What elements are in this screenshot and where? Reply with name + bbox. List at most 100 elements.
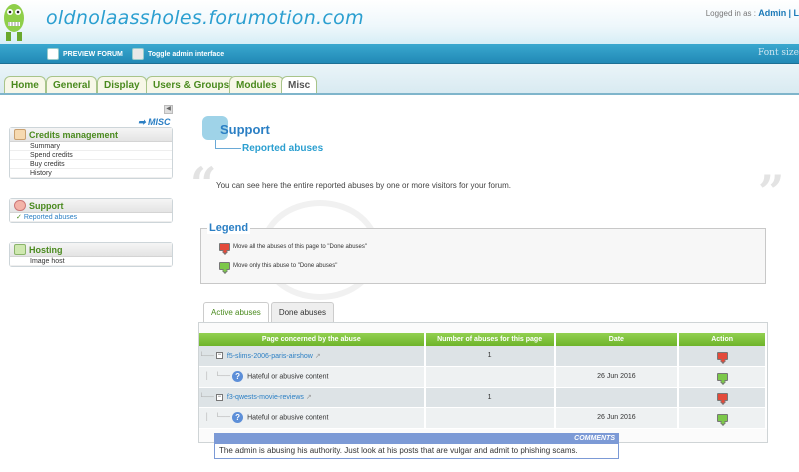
hosting-header: Hosting	[10, 243, 172, 257]
action-cell	[678, 366, 767, 388]
date-cell	[554, 387, 680, 408]
page-link[interactable]: f5-slims-2006-paris-airshow	[227, 353, 313, 360]
abuse-reason-cell: │ └──? Hateful or abusive content	[199, 366, 426, 388]
main-tabs: Home General Display Users & Groups Modu…	[0, 64, 799, 95]
abuse-reason: Hateful or abusive content	[247, 414, 329, 422]
tab-modules[interactable]: Modules	[229, 76, 284, 94]
site-title[interactable]: oldnolaassholes.forumotion.com	[46, 7, 364, 29]
intro-text: You can see here the entire reported abu…	[216, 181, 511, 190]
tab-home[interactable]: Home	[4, 76, 46, 94]
open-quote-icon: “	[190, 157, 217, 211]
page-title: Support	[220, 122, 270, 137]
legend-item-move-all: Move all the abuses of this page to "Don…	[219, 243, 367, 251]
credits-management-header: Credits management	[10, 128, 172, 142]
credits-management-box: Credits management Summary Spend credits…	[9, 127, 173, 179]
collapse-icon[interactable]: −	[215, 393, 223, 401]
table-row: └── − f3-qwests-movie-reviews ↗ 1	[199, 387, 767, 408]
sidebar-item-spend-credits[interactable]: Spend credits	[10, 151, 172, 160]
abuse-date: 26 Jun 2016	[554, 407, 680, 429]
question-icon[interactable]: ?	[232, 412, 244, 423]
table-row: │ └──? Hateful or abusive content 26 Jun …	[199, 366, 767, 388]
monitor-icon	[47, 48, 59, 60]
credits-icon	[14, 129, 26, 140]
legend-item-move-one: Move only this abuse to "Done abuses"	[219, 262, 337, 270]
collapse-icon[interactable]: −	[215, 352, 223, 360]
logged-in-info: Logged in as : Admin | L	[706, 8, 799, 18]
move-abuse-icon[interactable]	[716, 413, 728, 422]
credits-management-title: Credits management	[29, 129, 119, 140]
external-link-icon[interactable]: ↗	[306, 394, 312, 401]
move-all-abuses-icon[interactable]	[716, 393, 728, 401]
count-cell	[424, 407, 556, 429]
close-quote-icon: ”	[758, 165, 785, 219]
hosting-section-title: Hosting	[29, 244, 63, 255]
font-size-control[interactable]: Font size	[758, 48, 799, 58]
toggle-admin-label: Toggle admin interface	[148, 50, 225, 58]
abuse-reason: Hateful or abusive content	[247, 373, 329, 381]
action-cell	[678, 346, 767, 367]
move-abuse-icon[interactable]	[716, 372, 728, 381]
sidebar-item-history[interactable]: History	[10, 169, 172, 178]
admin-toolbar: PREVIEW FORUM Toggle admin interface Fon…	[0, 44, 799, 64]
sidebar-item-reported-abuses[interactable]: ✓ Reported abuses	[10, 213, 172, 222]
legend-move-one-text: Move only this abuse to "Done abuses"	[233, 263, 338, 269]
logout-link[interactable]: | L	[788, 8, 799, 18]
abuse-count: 1	[424, 346, 556, 367]
column-header-date: Date	[554, 333, 680, 346]
forumotion-mascot-logo	[4, 4, 24, 41]
date-cell	[554, 346, 680, 367]
page-link[interactable]: f3-qwests-movie-reviews	[227, 394, 304, 401]
move-all-abuses-icon[interactable]	[716, 351, 728, 360]
abuses-table: Page concerned by the abuse Number of ab…	[199, 333, 767, 429]
column-header-count: Number of abuses for this page	[424, 333, 556, 346]
lifebuoy-icon	[14, 200, 26, 211]
tab-general[interactable]: General	[46, 76, 98, 94]
question-icon[interactable]: ?	[232, 371, 244, 382]
count-cell	[424, 366, 556, 388]
abuse-date: 26 Jun 2016	[554, 366, 680, 388]
collapse-sidebar-icon[interactable]: ◀	[164, 105, 173, 114]
abuse-subtabs: Active abuses Done abuses	[203, 302, 336, 322]
external-link-icon[interactable]: ↗	[315, 353, 321, 360]
preview-forum-button[interactable]: PREVIEW FORUM	[47, 47, 123, 61]
tab-done-abuses[interactable]: Done abuses	[270, 302, 334, 322]
tab-users-groups[interactable]: Users & Groups	[146, 76, 237, 94]
subtitle-connector	[215, 140, 241, 149]
column-header-page: Page concerned by the abuse	[199, 333, 426, 346]
tab-active-abuses[interactable]: Active abuses	[203, 302, 269, 322]
action-cell	[678, 407, 767, 429]
admin-user-link[interactable]: Admin	[758, 8, 786, 18]
reported-abuses-label: Reported abuses	[23, 214, 78, 221]
table-row: │ └──? Hateful or abusive content 26 Jun …	[199, 407, 767, 429]
support-section-title: Support	[29, 200, 64, 211]
sidebar-item-image-host[interactable]: Image host	[10, 257, 172, 266]
abuse-reason-cell: │ └──? Hateful or abusive content	[199, 407, 426, 429]
sidebar: ◀ ➡ MISC Credits management Summary Spen…	[0, 95, 190, 472]
legend-box: Legend Move all the abuses of this page …	[200, 222, 766, 284]
comments-tooltip-header: COMMENTS	[214, 433, 619, 444]
support-header: Support	[10, 199, 172, 213]
header: oldnolaassholes.forumotion.com Logged in…	[0, 0, 799, 44]
checkmark-icon: ✓	[16, 214, 24, 221]
logged-in-label: Logged in as :	[705, 9, 756, 18]
sidebar-item-summary[interactable]: Summary	[10, 142, 172, 151]
tab-display[interactable]: Display	[97, 76, 147, 94]
support-box: Support ✓ Reported abuses	[9, 198, 173, 223]
toggle-admin-button[interactable]: Toggle admin interface	[132, 47, 224, 61]
window-icon	[132, 48, 144, 60]
action-cell	[678, 387, 767, 408]
legend-title: Legend	[207, 222, 251, 234]
table-row: └── − f5-slims-2006-paris-airshow ↗ 1	[199, 346, 767, 367]
abuse-count: 1	[424, 387, 556, 408]
page-cell: └── − f3-qwests-movie-reviews ↗	[199, 387, 426, 408]
page-cell: └── − f5-slims-2006-paris-airshow ↗	[199, 346, 426, 367]
page-subtitle: Reported abuses	[242, 143, 324, 154]
main-content: Support Reported abuses “ ” You can see …	[190, 95, 799, 472]
table-header-row: Page concerned by the abuse Number of ab…	[199, 333, 767, 346]
preview-forum-label: PREVIEW FORUM	[63, 50, 123, 58]
comments-tooltip-text: The admin is abusing his authority. Just…	[214, 444, 619, 459]
sidebar-item-buy-credits[interactable]: Buy credits	[10, 160, 172, 169]
move-one-flag-icon	[219, 262, 230, 270]
legend-move-all-text: Move all the abuses of this page to "Don…	[233, 244, 368, 250]
abuses-table-container: Page concerned by the abuse Number of ab…	[198, 322, 768, 443]
